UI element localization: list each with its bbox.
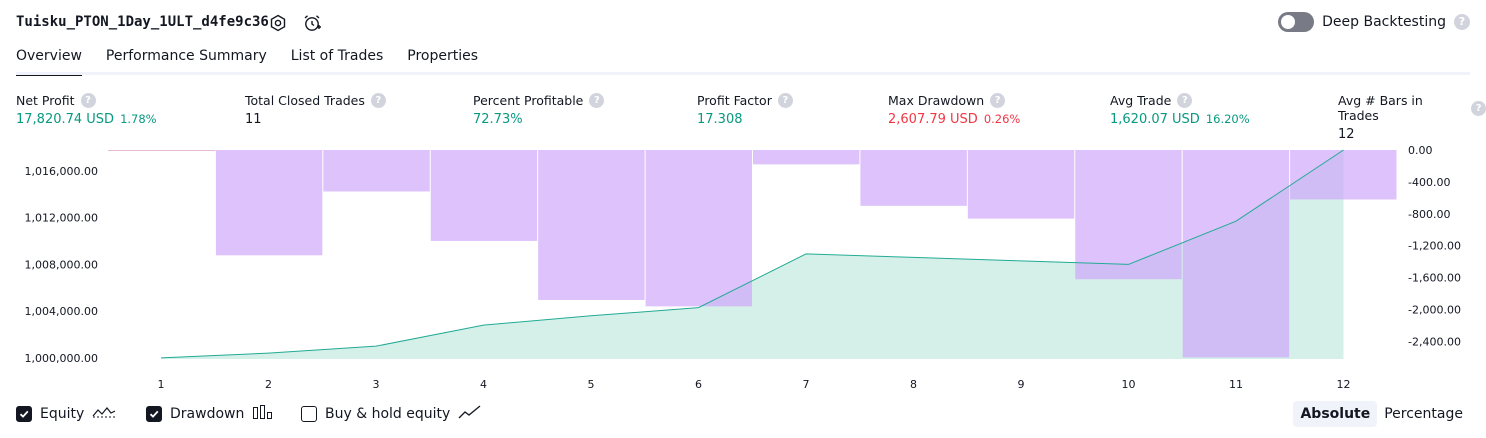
deep-backtesting-label: Deep Backtesting (1322, 14, 1446, 30)
stat-percent: 16.20% (1205, 112, 1250, 126)
stat-net-profit: Net Profit? 17,820.74 USD 1.78% (16, 93, 157, 127)
stat-label: Total Closed Trades (245, 93, 365, 108)
x-axis-tick: 4 (480, 378, 487, 390)
drawdown-bar (967, 150, 1075, 219)
drawdown-checkbox[interactable] (146, 406, 162, 422)
tab-divider (16, 72, 1470, 75)
help-icon[interactable]: ? (1177, 93, 1193, 108)
stat-label: Percent Profitable (473, 93, 584, 108)
drawdown-bar (430, 150, 538, 241)
stat-value: 2,607.79 USD (888, 112, 978, 127)
x-axis-tick: 10 (1122, 378, 1136, 390)
equity-label: Equity (40, 406, 85, 422)
stat-value: 1,620.07 USD (1110, 112, 1200, 127)
drawdown-bars-icon (252, 404, 274, 424)
deep-backtesting-toggle[interactable] (1278, 12, 1315, 32)
drawdown-bar (1075, 150, 1182, 280)
stat-value: 17,820.74 USD (16, 112, 115, 127)
x-axis-tick: 11 (1229, 378, 1243, 390)
help-icon[interactable]: ? (1454, 14, 1470, 30)
stat-percent-profitable: Percent Profitable? 72.73% (473, 93, 605, 127)
stat-label: Net Profit (16, 93, 75, 108)
right-axis-tick: 0.00 (1408, 144, 1433, 157)
deep-backtesting-control: Deep Backtesting ? (1278, 12, 1470, 32)
equity-drawdown-chart: 1,000,000.00 1,004,000.00 1,008,000.00 1,01… (25, 144, 1461, 390)
stat-percent: 1.78% (120, 112, 157, 126)
help-icon[interactable]: ? (589, 93, 605, 108)
drawdown-bar (860, 150, 967, 206)
drawdown-bar (215, 150, 323, 256)
left-axis-tick: 1,000,000.00 (25, 352, 98, 365)
left-axis-tick: 1,016,000.00 (25, 165, 98, 178)
legend-buy-hold[interactable]: Buy & hold equity (301, 404, 482, 424)
stat-max-drawdown: Max Drawdown? 2,607.79 USD 0.26% (888, 93, 1020, 127)
x-axis-tick: 2 (265, 378, 272, 390)
x-axis-tick: 1 (158, 378, 165, 390)
drawdown-label: Drawdown (170, 406, 245, 422)
drawdown-bar (1182, 150, 1290, 358)
x-axis-tick: 9 (1018, 378, 1025, 390)
left-axis-tick: 1,004,000.00 (25, 305, 98, 318)
drawdown-bar (753, 150, 860, 165)
x-axis-tick: 7 (803, 378, 810, 390)
legend-equity[interactable]: Equity (16, 404, 116, 424)
left-axis-tick: 1,012,000.00 (25, 212, 98, 225)
right-axis-tick: -400.00 (1408, 176, 1450, 189)
x-axis-tick: 3 (373, 378, 380, 390)
buy-hold-checkbox[interactable] (301, 406, 317, 422)
legend-drawdown[interactable]: Drawdown (146, 404, 274, 424)
stat-percent: 0.26% (983, 112, 1021, 126)
help-icon[interactable]: ? (370, 93, 386, 108)
stat-avg-trade: Avg Trade? 1,620.07 USD 16.20% (1110, 93, 1250, 127)
alarm-clock-icon[interactable] (302, 13, 322, 33)
x-axis-tick: 8 (910, 378, 917, 390)
stat-value: 11 (245, 112, 262, 127)
settings-icon[interactable] (268, 13, 288, 33)
stat-profit-factor: Profit Factor? 17.308 (697, 93, 793, 127)
x-axis-tick: 5 (588, 378, 595, 390)
percentage-button[interactable]: Percentage (1377, 401, 1470, 427)
stat-label: Avg # Bars in Trades (1338, 93, 1423, 123)
help-icon[interactable]: ? (990, 93, 1006, 108)
strategy-title: Tuisku_PTON_1Day_1ULT_d4fe9c36 (16, 14, 269, 30)
stat-value: 72.73% (473, 112, 523, 127)
x-axis-tick: 6 (695, 378, 702, 390)
absolute-button[interactable]: Absolute (1293, 401, 1378, 427)
stat-label: Max Drawdown (888, 93, 985, 108)
stat-total-closed-trades: Total Closed Trades? 11 (245, 93, 386, 127)
stat-label: Avg Trade (1110, 93, 1172, 108)
equity-checkbox[interactable] (16, 406, 32, 422)
x-axis-tick: 12 (1337, 378, 1351, 390)
right-axis-tick: -2,400.00 (1408, 335, 1461, 348)
help-icon[interactable]: ? (1471, 100, 1486, 116)
drawdown-bar (538, 150, 645, 300)
left-axis-tick: 1,008,000.00 (25, 258, 98, 271)
help-icon[interactable]: ? (80, 93, 96, 108)
stat-avg-bars-in-trades: Avg # Bars in Trades? 12 (1338, 93, 1486, 142)
right-axis-tick: -1,200.00 (1408, 240, 1461, 253)
stat-value: 17.308 (697, 112, 743, 127)
help-icon[interactable]: ? (777, 93, 793, 108)
buy-hold-line-icon (458, 404, 482, 424)
right-axis-tick: -2,000.00 (1408, 304, 1461, 317)
equity-line-icon (92, 404, 116, 424)
right-axis-tick: -800.00 (1408, 208, 1450, 221)
right-axis-tick: -1,600.00 (1408, 272, 1461, 285)
view-mode-toggle: Absolute Percentage (1293, 401, 1470, 427)
drawdown-bar (323, 150, 430, 192)
stat-label: Profit Factor (697, 93, 772, 108)
buy-hold-label: Buy & hold equity (325, 406, 451, 422)
drawdown-bar (645, 150, 752, 307)
